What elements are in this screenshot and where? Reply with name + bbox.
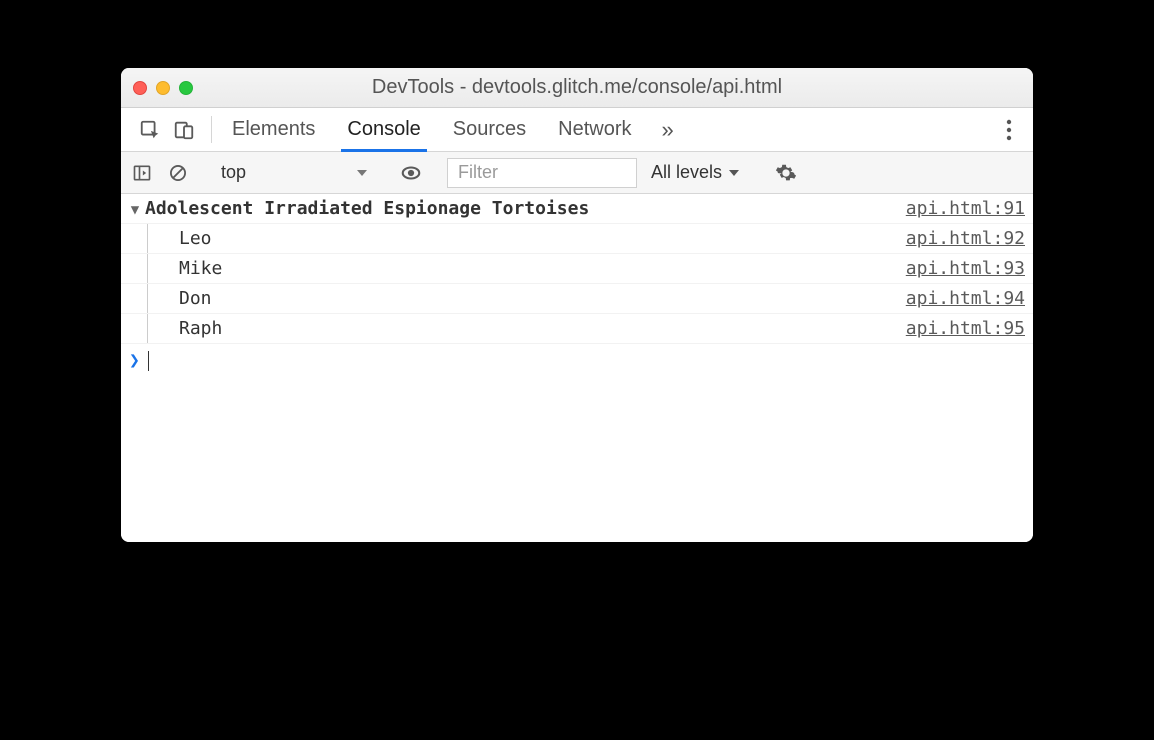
devtools-window: DevTools - devtools.glitch.me/console/ap… bbox=[121, 68, 1033, 542]
source-link[interactable]: api.html:93 bbox=[906, 258, 1025, 279]
titlebar: DevTools - devtools.glitch.me/console/ap… bbox=[121, 68, 1033, 108]
console-settings-icon[interactable] bbox=[769, 162, 803, 184]
main-tabs: Elements Console Sources Network » bbox=[216, 108, 688, 151]
source-link[interactable]: api.html:91 bbox=[906, 198, 1025, 219]
text-cursor bbox=[148, 351, 149, 371]
main-tabs-row: Elements Console Sources Network » bbox=[121, 108, 1033, 152]
log-levels-label: All levels bbox=[651, 162, 722, 183]
prompt-chevron-icon: ❯ bbox=[129, 350, 140, 371]
device-toolbar-icon[interactable] bbox=[167, 108, 201, 152]
console-log-row: Leo api.html:92 bbox=[121, 224, 1033, 254]
zoom-window-button[interactable] bbox=[179, 81, 193, 95]
log-message: Mike bbox=[179, 258, 906, 279]
live-expression-icon[interactable] bbox=[396, 158, 426, 188]
log-message: Don bbox=[179, 288, 906, 309]
console-output: ▼ Adolescent Irradiated Espionage Tortoi… bbox=[121, 194, 1033, 542]
tabs-overflow-button[interactable]: » bbox=[648, 108, 688, 151]
log-message: Leo bbox=[179, 228, 906, 249]
disclosure-triangle-icon[interactable]: ▼ bbox=[125, 202, 145, 218]
more-options-button[interactable] bbox=[991, 108, 1027, 151]
group-label: Adolescent Irradiated Espionage Tortoise… bbox=[145, 198, 906, 219]
window-title: DevTools - devtools.glitch.me/console/ap… bbox=[121, 76, 1033, 99]
source-link[interactable]: api.html:95 bbox=[906, 318, 1025, 339]
source-link[interactable]: api.html:92 bbox=[906, 228, 1025, 249]
traffic-lights bbox=[133, 81, 193, 95]
console-toolbar: top All levels bbox=[121, 152, 1033, 194]
show-console-sidebar-icon[interactable] bbox=[127, 158, 157, 188]
log-levels-selector[interactable]: All levels bbox=[643, 162, 748, 183]
tab-sources[interactable]: Sources bbox=[437, 108, 542, 151]
log-message: Raph bbox=[179, 318, 906, 339]
context-selector[interactable]: top bbox=[214, 158, 375, 187]
chevron-down-icon bbox=[356, 167, 368, 179]
console-prompt[interactable]: ❯ bbox=[121, 344, 1033, 377]
console-log-row: Don api.html:94 bbox=[121, 284, 1033, 314]
tab-network[interactable]: Network bbox=[542, 108, 647, 151]
inspect-element-icon[interactable] bbox=[133, 108, 167, 152]
clear-console-icon[interactable] bbox=[163, 158, 193, 188]
filter-input[interactable] bbox=[447, 158, 637, 188]
minimize-window-button[interactable] bbox=[156, 81, 170, 95]
source-link[interactable]: api.html:94 bbox=[906, 288, 1025, 309]
tab-elements[interactable]: Elements bbox=[216, 108, 331, 151]
console-group-header[interactable]: ▼ Adolescent Irradiated Espionage Tortoi… bbox=[121, 194, 1033, 224]
tab-console[interactable]: Console bbox=[331, 108, 436, 151]
console-log-row: Mike api.html:93 bbox=[121, 254, 1033, 284]
close-window-button[interactable] bbox=[133, 81, 147, 95]
console-log-row: Raph api.html:95 bbox=[121, 314, 1033, 344]
divider bbox=[211, 116, 212, 143]
chevron-down-icon bbox=[728, 167, 740, 179]
context-value: top bbox=[221, 162, 246, 183]
